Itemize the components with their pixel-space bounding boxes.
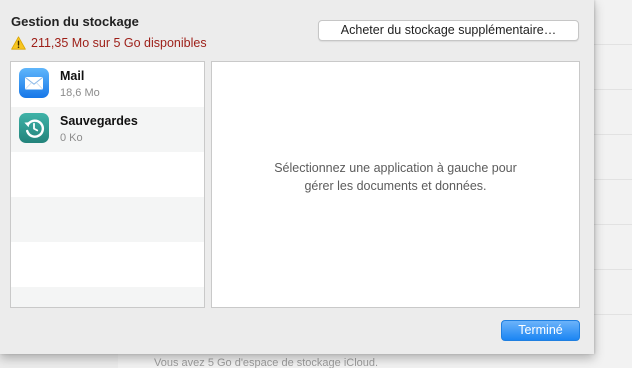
background-divider xyxy=(594,224,632,225)
background-divider xyxy=(594,89,632,90)
mail-icon xyxy=(19,68,49,98)
background-footer-text: Vous avez 5 Go d'espace de stockage iClo… xyxy=(154,357,379,368)
warning-text: 211,35 Mo sur 5 Go disponibles xyxy=(31,36,207,50)
app-size: 18,6 Mo xyxy=(60,87,100,99)
empty-row xyxy=(11,197,204,242)
list-item-sauvegardes[interactable]: Sauvegardes 0 Ko xyxy=(11,107,204,152)
dialog-title: Gestion du stockage xyxy=(11,14,139,29)
storage-warning: 211,35 Mo sur 5 Go disponibles xyxy=(11,36,207,50)
background-divider xyxy=(594,134,632,135)
app-name: Sauvegardes xyxy=(60,114,138,128)
background-divider xyxy=(594,179,632,180)
background-window-list xyxy=(594,0,632,368)
storage-management-sheet: Gestion du stockage 211,35 Mo sur 5 Go d… xyxy=(0,0,594,354)
app-size: 0 Ko xyxy=(60,132,83,144)
empty-row xyxy=(11,242,204,287)
done-button[interactable]: Terminé xyxy=(501,320,580,341)
background-divider xyxy=(594,314,632,315)
background-divider xyxy=(594,269,632,270)
backup-icon xyxy=(19,113,49,143)
background-divider xyxy=(594,44,632,45)
empty-row xyxy=(11,152,204,197)
app-name: Mail xyxy=(60,69,85,83)
app-list[interactable]: Mail 18,6 Mo Sauvegardes 0 Ko xyxy=(10,61,205,308)
buy-storage-button[interactable]: Acheter du stockage supplémentaire… xyxy=(318,20,579,41)
warning-icon xyxy=(11,36,26,50)
detail-placeholder-text: Sélectionnez une application à gauche po… xyxy=(274,161,517,193)
empty-row xyxy=(11,287,204,307)
list-item-mail[interactable]: Mail 18,6 Mo xyxy=(11,62,204,107)
detail-pane: Sélectionnez une application à gauche po… xyxy=(211,61,580,308)
